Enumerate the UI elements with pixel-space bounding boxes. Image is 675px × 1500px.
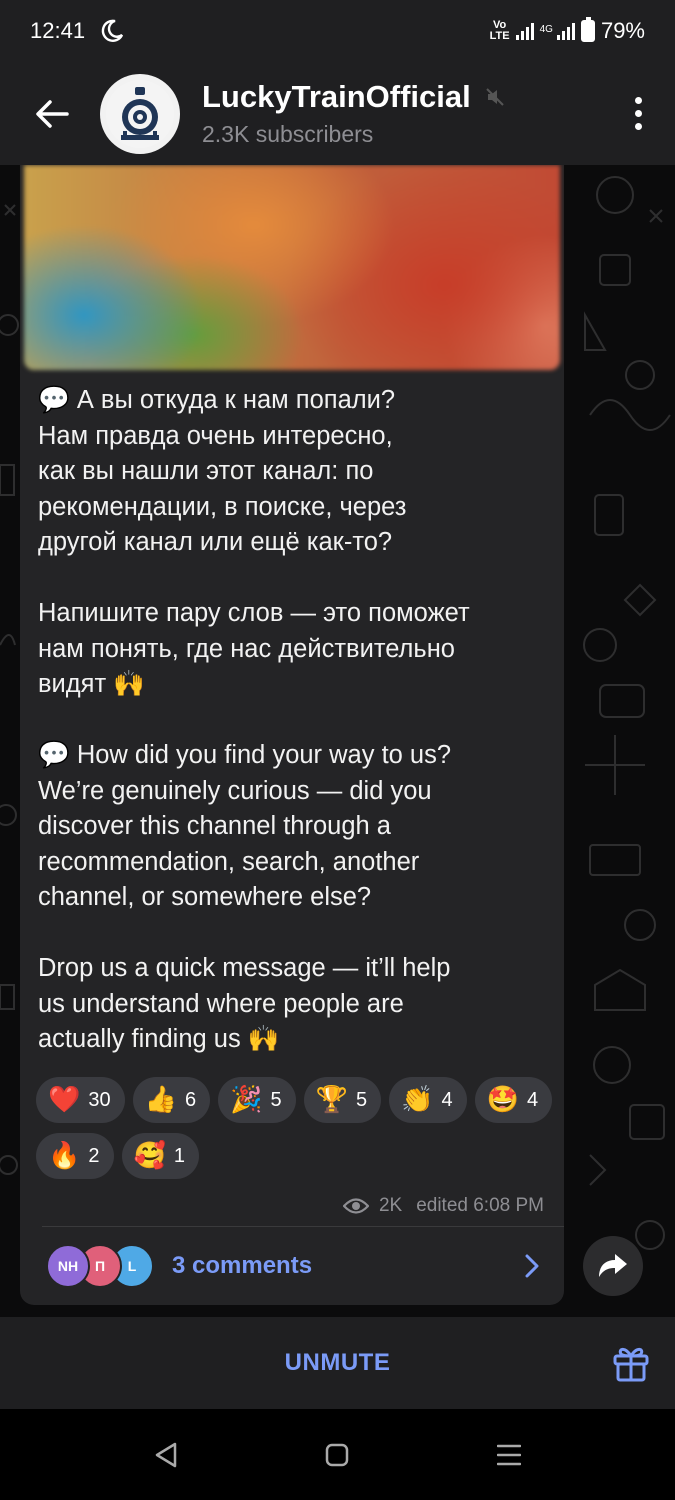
signal-icon-2 — [556, 22, 575, 40]
reaction-emoji: 🔥 — [48, 1141, 81, 1171]
channel-post[interactable]: 💬 А вы откуда к нам попали? Нам правда о… — [20, 165, 564, 1305]
reaction-count: 2 — [88, 1144, 100, 1167]
reaction-emoji: 👍 — [144, 1085, 177, 1115]
reaction-chip[interactable]: 🔥 2 — [36, 1133, 114, 1179]
reaction-count: 30 — [88, 1088, 111, 1111]
reaction-emoji: 🥰 — [133, 1141, 166, 1171]
nav-home-button[interactable] — [312, 1430, 362, 1480]
reaction-count: 5 — [356, 1088, 368, 1111]
status-time: 12:41 — [30, 18, 86, 43]
commenter-avatars: NH П L — [46, 1244, 154, 1288]
train-logo-icon — [106, 79, 174, 148]
nav-home-icon — [326, 1443, 349, 1466]
unmute-button[interactable]: UNMUTE — [285, 1349, 391, 1377]
reaction-emoji: ❤️ — [48, 1085, 81, 1115]
view-count: 2K — [378, 1195, 403, 1216]
reaction-chip[interactable]: 👏 4 — [389, 1077, 467, 1123]
channel-name: LuckyTrainOfficial — [202, 79, 505, 115]
reaction-chip[interactable]: 🏆 5 — [303, 1077, 382, 1123]
reactions-list: ❤️ 30 👍 6 🎉 5 🏆 5 👏 4 🤩 4 🔥 2 🥰 1 — [36, 1077, 556, 1179]
bottom-bar: UNMUTE — [0, 1317, 675, 1409]
battery-icon — [580, 17, 595, 42]
muted-speaker-icon — [486, 88, 504, 106]
chevron-right-icon — [525, 1254, 539, 1278]
status-indicators: Vo LTE 4G 79% — [489, 17, 645, 44]
reaction-emoji: 🏆 — [315, 1085, 348, 1115]
back-button[interactable] — [22, 84, 82, 144]
channel-avatar[interactable] — [100, 73, 180, 154]
reaction-chip[interactable]: ❤️ 30 — [36, 1077, 125, 1123]
reaction-chip[interactable]: 🥰 1 — [121, 1133, 199, 1179]
share-button[interactable] — [583, 1236, 643, 1296]
reaction-count: 4 — [527, 1088, 539, 1111]
reaction-emoji: 👏 — [401, 1085, 434, 1115]
nav-menu-icon — [497, 1444, 522, 1465]
back-arrow-icon — [36, 99, 69, 128]
reaction-count: 1 — [173, 1144, 185, 1167]
post-text: 💬 А вы откуда к нам попали? Нам правда о… — [38, 386, 470, 1053]
network-type: 4G — [539, 24, 553, 35]
night-mode-icon — [101, 19, 124, 42]
reaction-count: 5 — [270, 1088, 282, 1111]
reaction-count: 6 — [185, 1088, 197, 1111]
gift-button[interactable] — [611, 1343, 651, 1383]
battery-level: 79% — [600, 18, 645, 43]
more-options-button[interactable] — [623, 84, 653, 144]
reaction-chip[interactable]: 👍 6 — [132, 1077, 211, 1123]
reaction-count: 4 — [441, 1088, 453, 1111]
volte-indicator: Vo LTE — [489, 19, 510, 42]
commenter-avatar: NH — [46, 1244, 90, 1288]
nav-recents-button[interactable] — [484, 1430, 534, 1480]
reaction-emoji: 🎉 — [230, 1085, 263, 1115]
edited-time: edited 6:08 PM — [416, 1195, 544, 1216]
subscriber-count: 2.3K subscribers — [202, 121, 374, 147]
post-meta: 2K edited 6:08 PM — [342, 1195, 544, 1217]
views-eye-icon — [342, 1198, 369, 1214]
system-nav-bar — [0, 1409, 675, 1500]
share-arrow-icon — [599, 1254, 627, 1277]
gift-icon — [613, 1347, 649, 1382]
nav-back-icon — [155, 1442, 177, 1467]
reaction-chip[interactable]: 🎉 5 — [218, 1077, 296, 1123]
reaction-chip[interactable]: 🤩 4 — [474, 1077, 553, 1123]
chat-header: LuckyTrainOfficial 2.3K subscribers — [0, 62, 675, 165]
channel-title-block[interactable]: LuckyTrainOfficial 2.3K subscribers — [202, 79, 505, 148]
comments-button[interactable]: NH П L 3 comments — [20, 1227, 564, 1305]
chat-area[interactable]: 💬 А вы откуда к нам попали? Нам правда о… — [0, 165, 675, 1317]
nav-back-button[interactable] — [141, 1430, 191, 1480]
status-bar: 12:41 Vo LTE 4G 79% — [0, 0, 675, 62]
post-media-image[interactable] — [24, 165, 560, 370]
more-vertical-icon — [634, 97, 642, 104]
signal-icon — [515, 22, 534, 40]
reaction-emoji: 🤩 — [486, 1085, 519, 1115]
comments-label: 3 comments — [172, 1252, 313, 1279]
